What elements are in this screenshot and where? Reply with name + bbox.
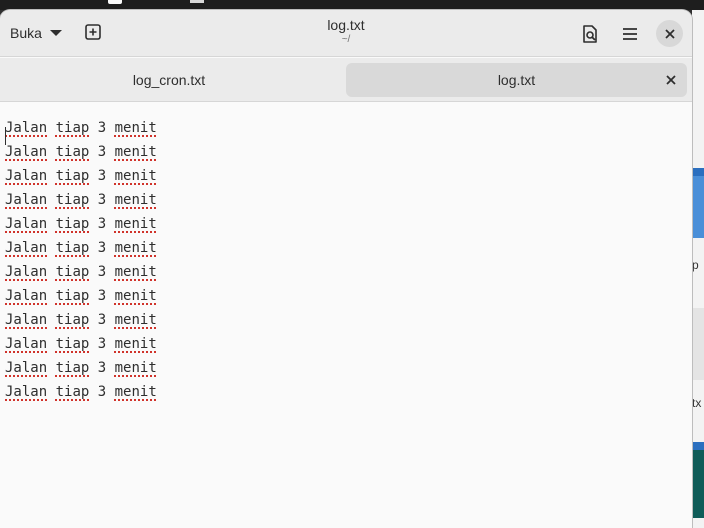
peek-file-icon — [692, 308, 704, 380]
text-line: Jalan tiap 3 menit — [5, 168, 157, 184]
text-editor-window: Buka log.txt ~/ log_cron.txt log.txt Jal… — [0, 10, 692, 528]
tab-log-cron[interactable]: log_cron.txt — [0, 63, 338, 97]
text-line: Jalan tiap 3 menit — [5, 288, 157, 304]
open-button-label: Buka — [10, 25, 42, 41]
top-bar-glyph — [190, 0, 204, 3]
window-subtitle: ~/ — [341, 34, 351, 45]
peek-text: tx — [692, 396, 702, 410]
text-editor-area[interactable]: Jalan tiap 3 menit Jalan tiap 3 menit Ja… — [0, 103, 692, 528]
peek-blue-band — [692, 442, 704, 450]
tab-bar: log_cron.txt log.txt — [0, 58, 692, 102]
text-line: Jalan tiap 3 menit — [5, 384, 157, 400]
text-line: Jalan tiap 3 menit — [5, 216, 157, 232]
chevron-down-icon — [49, 30, 62, 36]
text-line: Jalan tiap 3 menit — [5, 360, 157, 376]
text-line: Jalan tiap 3 menit — [5, 264, 157, 280]
open-button[interactable]: Buka — [6, 20, 66, 46]
desktop-top-bar — [0, 0, 704, 10]
tab-log[interactable]: log.txt — [346, 63, 687, 97]
text-line: Jalan tiap 3 menit — [5, 192, 157, 208]
hamburger-menu-icon[interactable] — [620, 24, 640, 44]
top-bar-glyph — [108, 0, 122, 4]
text-line: Jalan tiap 3 menit — [5, 144, 157, 160]
text-line: Jalan tiap 3 menit — [5, 120, 157, 136]
header-bar: Buka log.txt ~/ — [0, 10, 692, 57]
peek-blue-band — [692, 168, 704, 176]
background-window-peek[interactable]: p tx — [692, 10, 704, 528]
peek-text: p — [692, 258, 699, 272]
new-tab-icon[interactable] — [84, 23, 102, 41]
window-title: log.txt — [327, 17, 365, 33]
window-title-block: log.txt ~/ — [246, 17, 446, 45]
tab-label: log_cron.txt — [132, 72, 206, 88]
peek-dark-panel — [692, 450, 704, 518]
close-icon — [664, 28, 675, 39]
text-cursor — [5, 127, 6, 145]
text-line: Jalan tiap 3 menit — [5, 312, 157, 328]
peek-blue-panel — [692, 176, 704, 238]
tab-close-icon[interactable] — [663, 72, 679, 88]
text-line: Jalan tiap 3 menit — [5, 240, 157, 256]
text-line: Jalan tiap 3 menit — [5, 336, 157, 352]
document-search-icon[interactable] — [580, 24, 600, 44]
tab-label: log.txt — [497, 72, 536, 88]
window-close-button[interactable] — [656, 20, 683, 47]
